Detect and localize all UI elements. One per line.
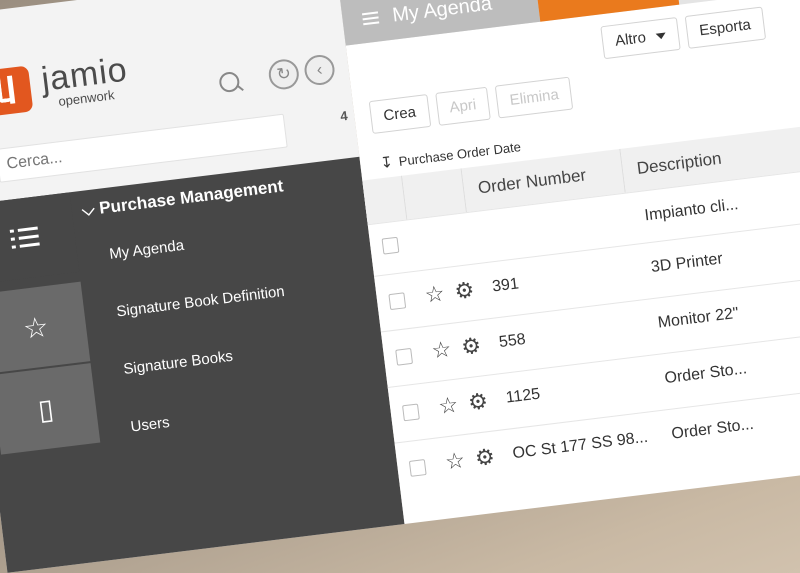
cell-order-number: 558 <box>498 330 527 352</box>
toolbar-actions: Crea Apri Elimina <box>368 76 574 134</box>
star-icon[interactable]: ☆ <box>423 281 446 309</box>
toolbar-top: Altro Esporta <box>600 6 766 60</box>
sidebar-item-users[interactable]: Users <box>130 414 171 436</box>
altro-label: Altro <box>614 29 647 50</box>
tab-my-agenda[interactable]: My Agenda <box>339 0 541 46</box>
crea-button[interactable]: Crea <box>368 94 431 134</box>
elimina-button[interactable]: Elimina <box>494 76 574 119</box>
cell-description: Order Sto... <box>663 360 748 388</box>
header-actions-cell <box>402 168 467 220</box>
tab-label: My Agenda <box>391 0 494 27</box>
row-checkbox[interactable] <box>408 459 427 477</box>
section-title: Purchase Management <box>98 176 285 218</box>
row-checkbox[interactable] <box>395 347 414 366</box>
sidebar-item-signature-books[interactable]: Signature Books <box>123 348 234 378</box>
document-icon: ▯ <box>36 392 56 426</box>
star-icon[interactable]: ☆ <box>430 336 453 364</box>
list-icon <box>361 11 380 26</box>
gear-icon[interactable]: ⚙ <box>467 388 490 416</box>
search-icon[interactable] <box>218 70 241 94</box>
list-menu-button[interactable] <box>0 192 80 284</box>
header-select-cell <box>362 175 408 225</box>
row-checkbox[interactable] <box>388 292 407 311</box>
sidebar-menu: ☆ ▯ ⌵ Purchase Management My Agenda Sign… <box>0 156 405 573</box>
sidebar-icon-column: ☆ ▯ <box>0 192 115 571</box>
gear-icon[interactable]: ⚙ <box>460 332 483 360</box>
star-icon[interactable]: ☆ <box>444 447 467 475</box>
sort-descending-icon: ↧ <box>379 153 394 173</box>
refresh-button[interactable]: ↻ <box>267 57 301 92</box>
list-icon <box>9 226 40 251</box>
chevron-down-icon <box>655 32 667 40</box>
favorites-button[interactable]: ☆ <box>0 281 91 374</box>
cell-order-number: 1125 <box>504 385 542 407</box>
main-panel: My Agenda Altro Esporta Crea Apri Elimin… <box>336 0 800 525</box>
item-count-badge: 4 <box>339 107 349 124</box>
sidebar: jamio openwork ↻ ‹ 4 ☆ ▯ ⌵ Pur <box>0 0 405 573</box>
row-checkbox[interactable] <box>402 403 420 422</box>
esporta-button[interactable]: Esporta <box>684 6 766 49</box>
brand-logo: jamio openwork <box>0 51 131 117</box>
cell-description: 3D Printer <box>650 250 724 276</box>
jamio-logo-icon <box>0 64 34 117</box>
cell-description: Monitor 22" <box>656 304 740 332</box>
app-window: jamio openwork ↻ ‹ 4 ☆ ▯ ⌵ Pur <box>0 0 800 573</box>
section-purchase-management[interactable]: ⌵ Purchase Management <box>81 176 285 221</box>
sidebar-item-my-agenda[interactable]: My Agenda <box>108 237 185 263</box>
cell-description: Order Sto... <box>670 415 755 443</box>
new-document-button[interactable]: ▯ <box>0 363 101 455</box>
collapse-back-button[interactable]: ‹ <box>302 53 337 87</box>
select-all-checkbox[interactable] <box>381 236 400 255</box>
cell-order-number: 391 <box>491 275 520 296</box>
gear-icon[interactable]: ⚙ <box>474 444 497 472</box>
sidebar-item-signature-book-definition[interactable]: Signature Book Definition <box>115 283 285 321</box>
cell-order-number: OC St 177 SS 98... <box>511 428 649 463</box>
cell-description: Impianto cli... <box>643 196 740 225</box>
star-icon: ☆ <box>21 310 51 345</box>
gear-icon[interactable]: ⚙ <box>453 277 476 305</box>
altro-dropdown-button[interactable]: Altro <box>600 17 681 60</box>
star-icon[interactable]: ☆ <box>437 392 460 420</box>
apri-button[interactable]: Apri <box>434 86 492 126</box>
